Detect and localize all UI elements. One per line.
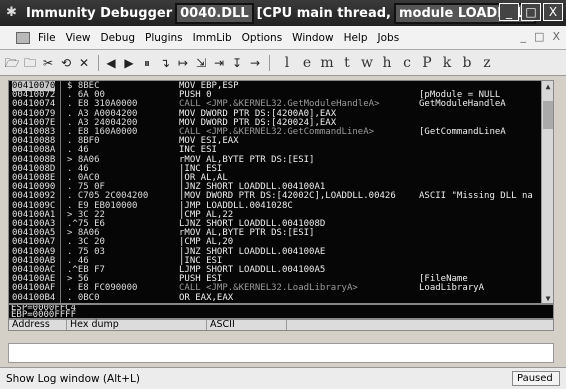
menu-file[interactable]: File (38, 32, 56, 44)
row-address: 004100B4 (12, 292, 56, 303)
menu-immlib[interactable]: ImmLib (193, 32, 232, 44)
minimize-button[interactable]: _ (499, 3, 519, 21)
toolbar-separator (98, 54, 99, 71)
patches-button[interactable]: P (420, 55, 434, 71)
toolbar-separator (269, 54, 270, 71)
cpu-button[interactable]: c (400, 55, 414, 71)
app-icon: ✱ (6, 5, 17, 20)
command-input[interactable] (8, 343, 554, 363)
memory-map-button[interactable]: m (320, 55, 334, 71)
log-window-button[interactable]: l (280, 55, 294, 71)
toolbar: 🗁 🗀 ✂ ⟲ ✕ ◀ ▶ ⏸ ↴ ↦ ⇲ ⇥ ↧ → l e m t w h … (0, 50, 566, 76)
title-bar: ✱ Immunity Debugger 0040.DLL [CPU main t… (0, 0, 566, 26)
restart-icon[interactable]: ⟲ (58, 55, 74, 71)
menu-debug[interactable]: Debug (101, 32, 136, 44)
executable-modules-button[interactable]: e (300, 55, 314, 71)
row-instruction: OR EAX,EAX (179, 292, 234, 303)
close-file-icon[interactable]: ✂ (40, 55, 56, 71)
step-over-icon[interactable]: ↦ (175, 55, 191, 71)
maximize-button[interactable]: □ (521, 3, 541, 21)
close-button[interactable]: X (543, 3, 563, 21)
menu-plugins[interactable]: Plugins (145, 32, 183, 44)
mdi-restore-button[interactable]: □ (534, 30, 544, 43)
mdi-close-button[interactable]: X (552, 30, 560, 43)
dump-col-address[interactable]: Address (9, 320, 67, 330)
scroll-thumb[interactable] (543, 101, 553, 129)
register-ebp: EBP=0000FFFF (11, 310, 77, 319)
dump-col-ascii[interactable]: ASCII (207, 320, 287, 330)
stop-icon[interactable]: ✕ (76, 55, 92, 71)
menu-view[interactable]: View (66, 32, 91, 44)
window-controls: _ □ X (499, 3, 563, 21)
disassembly-scrollbar[interactable]: ▲ ▼ (541, 81, 553, 303)
info-pane: ESP=0000FFC4 EBP=0000FFFF (8, 304, 554, 319)
disassembly-pane[interactable]: 00410070 $ 8BEC MOV EBP,ESP 00410072. 6A 00… (8, 80, 554, 304)
threads-button[interactable]: t (340, 55, 354, 71)
trace-into-icon[interactable]: ⇲ (193, 55, 209, 71)
row-hex: . 0BC0 (67, 292, 100, 303)
menu-help[interactable]: Help (344, 32, 368, 44)
disassembly-row[interactable]: 004100B4 . 0BC0 OR EAX,EAX (9, 292, 553, 303)
dump-header: Address Hex dump ASCII (8, 319, 554, 331)
pause-icon[interactable]: ⏸ (139, 55, 155, 71)
trace-over-icon[interactable]: ⇥ (211, 55, 227, 71)
menu-window[interactable]: Window (292, 32, 333, 44)
window-title-cpu: [CPU main thread, (256, 5, 391, 21)
dump-col-hex[interactable]: Hex dump (67, 320, 207, 330)
status-bar: Show Log window (Alt+L) Paused (0, 367, 566, 389)
menu-bar: File View Debug Plugins ImmLib Options W… (0, 26, 566, 50)
menu-jobs[interactable]: Jobs (378, 32, 400, 44)
goto-icon[interactable]: → (247, 55, 263, 71)
windows-button[interactable]: w (360, 55, 374, 71)
scroll-up-icon[interactable]: ▲ (542, 81, 553, 93)
window-title-app: Immunity Debugger (26, 5, 173, 21)
status-badge: Paused (512, 371, 560, 386)
scroll-down-icon[interactable]: ▼ (542, 293, 553, 303)
save-icon[interactable]: 🗀 (22, 55, 38, 71)
run-icon[interactable]: ▶ (121, 55, 137, 71)
breakpoints-button[interactable]: b (460, 55, 474, 71)
mdi-window-icon[interactable] (16, 31, 30, 44)
mdi-minimize-button[interactable]: _ (521, 30, 527, 43)
register-esp: ESP=0000FFC4 (11, 304, 77, 313)
z-button[interactable]: z (480, 55, 494, 71)
rewind-icon[interactable]: ◀ (103, 55, 119, 71)
handles-button[interactable]: h (380, 55, 394, 71)
status-text: Show Log window (Alt+L) (6, 372, 140, 385)
execute-till-return-icon[interactable]: ↧ (229, 55, 245, 71)
step-into-icon[interactable]: ↴ (157, 55, 173, 71)
mdi-controls: _ □ X (521, 30, 560, 43)
open-file-icon[interactable]: 🗁 (4, 55, 20, 71)
window-title-file: 0040.DLL (175, 2, 254, 24)
menu-options[interactable]: Options (242, 32, 283, 44)
call-stack-button[interactable]: k (440, 55, 454, 71)
